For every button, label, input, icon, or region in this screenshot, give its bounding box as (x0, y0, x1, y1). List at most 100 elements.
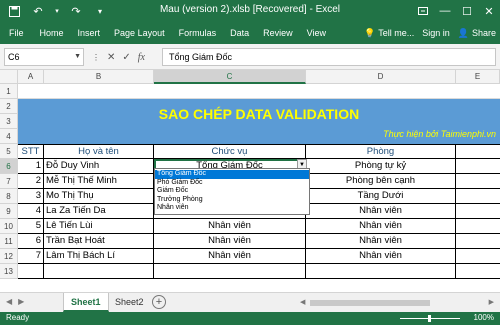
tab-home[interactable]: Home (33, 22, 71, 44)
row-header[interactable]: 6 (0, 159, 17, 174)
cell-room[interactable]: Phòng tự kỷ (306, 159, 456, 174)
cancel-icon[interactable]: ✕ (107, 52, 115, 63)
tab-page-layout[interactable]: Page Layout (107, 22, 172, 44)
tab-file[interactable]: File (0, 22, 33, 44)
cell-name[interactable] (44, 264, 154, 279)
scroll-left-icon[interactable]: ◀ (300, 298, 305, 306)
sheet-tab-sheet1[interactable]: Sheet1 (63, 293, 109, 312)
cell-room[interactable]: Nhân viên (306, 234, 456, 249)
cell-name[interactable]: Lê Tiến Lùi (44, 219, 154, 234)
ribbon-display-icon[interactable] (412, 0, 434, 22)
tab-review[interactable]: Review (256, 22, 300, 44)
tab-formulas[interactable]: Formulas (172, 22, 224, 44)
sign-in-link[interactable]: Sign in (422, 28, 450, 38)
row-header[interactable]: 9 (0, 204, 17, 219)
data-validation-list[interactable]: Tổng Giám Đốc Phó Giám Đốc Giám Đốc Trưở… (154, 168, 310, 215)
tab-view[interactable]: View (300, 22, 333, 44)
header-room[interactable]: Phòng (306, 145, 456, 160)
name-box-value: C6 (8, 52, 20, 62)
cell-name[interactable]: Trần Bạt Hoát (44, 234, 154, 249)
cell-room[interactable]: Nhân viên (306, 249, 456, 264)
row-header[interactable]: 1 (0, 84, 17, 99)
column-header-d[interactable]: D (306, 70, 456, 84)
row-header[interactable]: 12 (0, 249, 17, 264)
cell-name[interactable]: Mo Thị Thụ (44, 189, 154, 204)
table-row: 6 Trần Bạt Hoát Nhân viên Nhân viên (18, 234, 500, 249)
cell-stt[interactable]: 4 (18, 204, 44, 219)
cell-stt[interactable] (18, 264, 44, 279)
row-header[interactable]: 7 (0, 174, 17, 189)
minimize-icon[interactable]: — (434, 0, 456, 22)
next-sheet-icon[interactable]: ▶ (18, 297, 24, 306)
sheet-tab-sheet2[interactable]: Sheet2 (108, 293, 151, 312)
lightbulb-icon: 💡 (363, 27, 376, 38)
column-headers: A B C D E (0, 70, 500, 84)
cell-name[interactable]: Mễ Thị Thế Minh (44, 174, 154, 189)
select-all-corner[interactable] (0, 70, 18, 84)
cell-room[interactable]: Tầng Dưới (306, 189, 456, 204)
cell-stt[interactable]: 5 (18, 219, 44, 234)
add-sheet-icon[interactable]: + (152, 295, 166, 309)
cell-name[interactable]: La Za Tiến Da (44, 204, 154, 219)
header-name[interactable]: Họ và tên (44, 145, 154, 160)
scroll-right-icon[interactable]: ▶ (489, 298, 494, 306)
cell-position[interactable]: Nhân viên (154, 234, 306, 249)
row-header[interactable]: 10 (0, 219, 17, 234)
maximize-icon[interactable]: ☐ (456, 0, 478, 22)
column-header-a[interactable]: A (18, 70, 44, 84)
header-position[interactable]: Chức vụ (154, 145, 306, 160)
cell-room[interactable] (306, 264, 456, 279)
cell-position[interactable]: Nhân viên (154, 249, 306, 264)
close-icon[interactable]: ✕ (478, 0, 500, 22)
column-header-b[interactable]: B (44, 70, 154, 84)
banner-title: SAO CHÉP DATA VALIDATION (158, 106, 360, 122)
share-button[interactable]: 👤 Share (458, 28, 496, 39)
tell-me-box[interactable]: 💡 Tell me... (364, 28, 414, 39)
zoom-slider-knob[interactable] (428, 315, 431, 322)
table-row: 7 Lâm Thị Bách Lí Nhân viên Nhân viên (18, 249, 500, 264)
row-header[interactable]: 2 (0, 99, 17, 114)
row-header[interactable]: 4 (0, 129, 17, 144)
list-item[interactable]: Phó Giám Đốc (155, 179, 309, 188)
insert-function-icon[interactable]: fx (138, 52, 145, 63)
sheet-tab-bar: ◀ ▶ Sheet1 Sheet2 + ◀ ▶ (0, 292, 500, 312)
row-header[interactable]: 5 (0, 144, 17, 159)
cell-room[interactable]: Nhân viên (306, 219, 456, 234)
zoom-level[interactable]: 100% (474, 313, 494, 322)
cell-name[interactable]: Đỗ Duy Vinh (44, 159, 154, 174)
name-box[interactable]: C6 ▼ (4, 48, 84, 66)
prev-sheet-icon[interactable]: ◀ (6, 297, 12, 306)
list-item[interactable]: Tổng Giám Đốc (155, 170, 309, 179)
formula-bar: C6 ▼ ⋮ ✕ ✓ fx Tổng Giám Đốc (0, 44, 500, 70)
cell-name[interactable]: Lâm Thị Bách Lí (44, 249, 154, 264)
list-item[interactable]: Giám Đốc (155, 187, 309, 196)
cell-position[interactable] (154, 264, 306, 279)
cell-stt[interactable]: 2 (18, 174, 44, 189)
list-item[interactable]: Nhân viên (155, 204, 309, 213)
scrollbar-thumb[interactable] (310, 300, 430, 306)
cell-position[interactable]: Nhân viên (154, 219, 306, 234)
cell-room[interactable]: Nhân viên (306, 204, 456, 219)
column-header-c[interactable]: C (154, 70, 306, 84)
row-header[interactable]: 3 (0, 114, 17, 129)
tab-data[interactable]: Data (223, 22, 256, 44)
cell-stt[interactable]: 6 (18, 234, 44, 249)
cell-stt[interactable]: 7 (18, 249, 44, 264)
worksheet-grid[interactable]: A B C D E 1 2 3 4 5 6 7 8 9 10 11 12 13 (0, 70, 500, 292)
cell-stt[interactable]: 1 (18, 159, 44, 174)
zoom-slider[interactable] (400, 315, 460, 322)
tab-insert[interactable]: Insert (71, 22, 108, 44)
cell-room[interactable]: Phòng bên cạnh (306, 174, 456, 189)
row-header[interactable]: 8 (0, 189, 17, 204)
cell-stt[interactable]: 3 (18, 189, 44, 204)
list-item[interactable]: Trưởng Phòng (155, 196, 309, 205)
formula-input[interactable]: Tổng Giám Đốc (162, 48, 496, 66)
window-controls: — ☐ ✕ (412, 0, 500, 22)
chevron-down-icon[interactable]: ▼ (74, 49, 81, 65)
horizontal-scrollbar[interactable]: ◀ ▶ (300, 298, 494, 308)
row-header[interactable]: 11 (0, 234, 17, 249)
header-stt[interactable]: STT (18, 145, 44, 160)
enter-icon[interactable]: ✓ (122, 52, 130, 63)
row-header[interactable]: 13 (0, 264, 17, 279)
column-header-e[interactable]: E (456, 70, 500, 84)
